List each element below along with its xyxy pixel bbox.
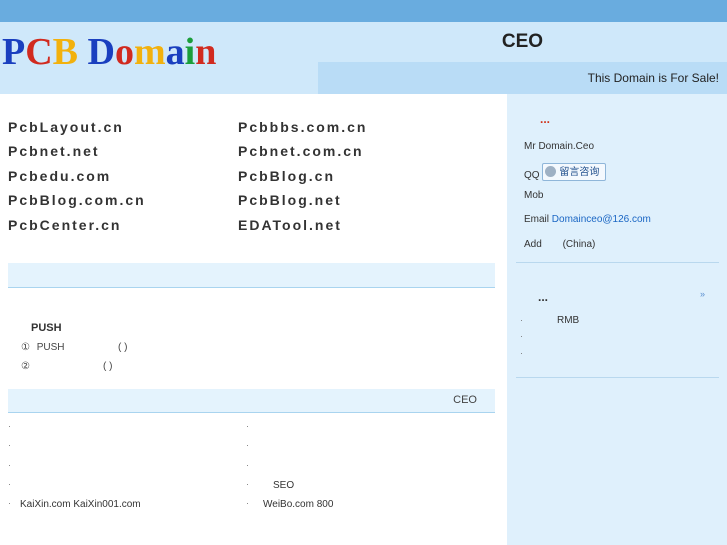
push-line-number: ② — [21, 361, 30, 372]
domain-link[interactable]: PcbLayout.cn — [8, 119, 124, 135]
bullet: · — [246, 421, 249, 431]
logo-letter: m — [133, 31, 166, 73]
sale-banner: This Domain is For Sale! — [318, 62, 727, 94]
more-link[interactable]: » — [700, 289, 705, 299]
sidebar-divider — [516, 377, 719, 378]
qq-penguin-icon — [545, 165, 557, 177]
sidebar-divider — [516, 262, 719, 263]
bullet: · — [246, 479, 249, 489]
contact-qq-row: QQ 留言咨询 — [524, 163, 607, 184]
domain-link[interactable]: PcbCenter.cn — [8, 217, 121, 233]
push-line-paren: ( ) — [103, 361, 113, 372]
email-label: Email — [524, 214, 550, 225]
add-value: (China) — [562, 239, 596, 250]
logo-letter: i — [184, 31, 196, 73]
link-weibo[interactable]: WeiBo.com 800 — [263, 499, 333, 510]
ceo-title: CEO — [501, 31, 544, 52]
qq-button-label: 留言咨询 — [559, 167, 600, 178]
domain-link[interactable]: PcbBlog.net — [238, 192, 342, 208]
bullet: · — [8, 421, 11, 431]
qq-message-button[interactable]: 留言咨询 — [542, 163, 607, 181]
link-seo[interactable]: SEO — [273, 480, 294, 491]
top-bar — [0, 0, 727, 22]
qq-label: QQ — [524, 170, 540, 181]
domain-link[interactable]: Pcbedu.com — [8, 168, 111, 184]
bullet: · — [520, 348, 523, 358]
contact-mob: Mob — [524, 190, 544, 201]
push-line-text: PUSH — [36, 342, 65, 353]
sidebar-rmb: RMB — [557, 315, 580, 326]
logo-letter: a — [165, 31, 185, 73]
bullet: · — [520, 315, 523, 325]
domain-link[interactable]: Pcbbbs.com.cn — [238, 119, 367, 135]
push-title: PUSH — [31, 322, 62, 334]
logo-letter: o — [114, 31, 134, 73]
ceo-band-label: CEO — [453, 394, 477, 406]
link-kaixin[interactable]: KaiXin.com KaiXin001.com — [20, 499, 141, 510]
site-logo[interactable]: PCB Domain — [2, 30, 216, 74]
logo-letter: C — [25, 31, 53, 73]
bullet: · — [520, 331, 523, 341]
section-band — [8, 263, 495, 288]
bullet: · — [8, 460, 11, 470]
domain-link[interactable]: EDATool.net — [238, 217, 342, 233]
bullet: · — [8, 479, 11, 489]
contact-email-row: Email Domainceo@126.com — [524, 214, 651, 225]
push-line-2: ② ( ) — [21, 361, 112, 372]
contact-heading: ... — [540, 112, 551, 126]
push-line-paren: ( ) — [118, 342, 128, 353]
bullet: · — [8, 498, 11, 508]
sale-text: This Domain is For Sale! — [587, 71, 719, 85]
domain-link[interactable]: PcbBlog.cn — [238, 168, 335, 184]
bullet: · — [8, 440, 11, 450]
bullet: · — [246, 498, 249, 508]
push-line-number: ① — [21, 342, 30, 353]
push-line-1: ① PUSH ( ) — [21, 342, 127, 353]
logo-letter: B — [52, 31, 79, 73]
sidebar — [507, 94, 727, 545]
domain-link[interactable]: Pcbnet.net — [8, 143, 100, 159]
domain-link[interactable]: PcbBlog.com.cn — [8, 192, 146, 208]
bullet: · — [246, 460, 249, 470]
logo-letter: n — [195, 31, 217, 73]
email-link[interactable]: Domainceo@126.com — [552, 214, 651, 225]
add-label: Add — [524, 239, 542, 250]
sidebar-section-heading: ... — [538, 290, 549, 304]
logo-letter: D — [87, 31, 115, 73]
ceo-band: CEO — [8, 389, 495, 413]
logo-letter: P — [2, 31, 26, 73]
contact-add-row: Add (China) — [524, 239, 595, 250]
domain-link[interactable]: Pcbnet.com.cn — [238, 143, 364, 159]
bullet: · — [246, 440, 249, 450]
logo-letter — [78, 30, 88, 74]
contact-name: Mr Domain.Ceo — [524, 141, 595, 152]
